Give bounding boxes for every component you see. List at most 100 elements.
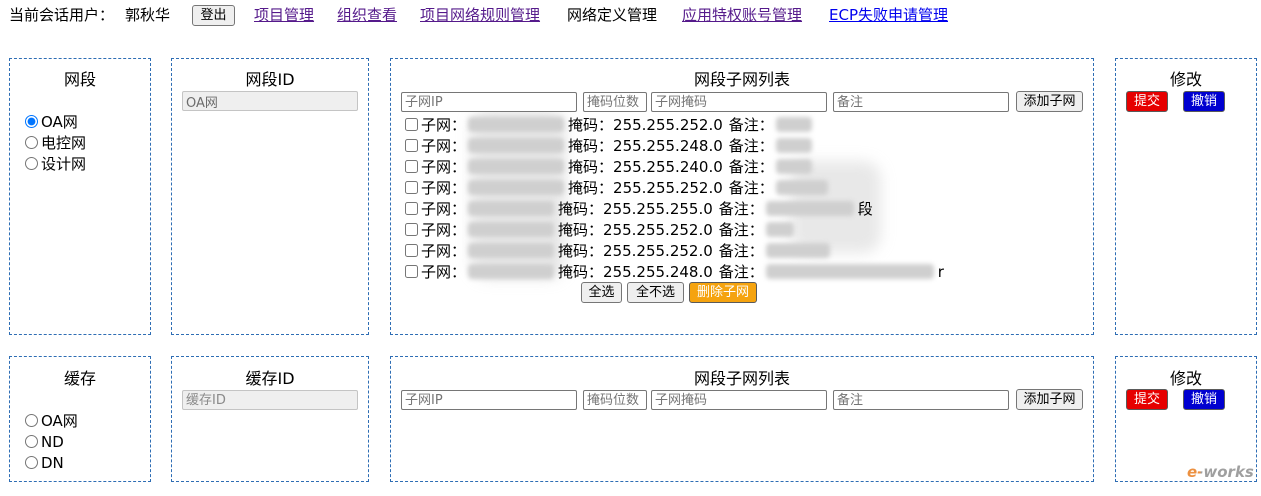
cache-type-panel: 缓存 OA网 ND DN	[9, 356, 151, 482]
cache-mask-bits-input[interactable]	[583, 390, 647, 410]
nav-current-network-definition: 网络定义管理	[567, 6, 658, 24]
cancel-button[interactable]: 撤销	[1183, 91, 1225, 112]
e-works-watermark-logo: e-works	[1187, 463, 1254, 481]
mask-bits-input[interactable]	[583, 92, 647, 112]
subnet-list-item: 子网： 掩码： 255.255.248.0 备注：	[405, 135, 816, 156]
logout-button[interactable]: 登出	[192, 5, 235, 26]
subnet-note-label: 备注：	[718, 200, 764, 218]
subnet-item-checkbox[interactable]	[405, 265, 418, 278]
subnet-ip-label: 子网：	[421, 200, 467, 218]
segment-id-panel: 网段ID	[171, 58, 369, 335]
nav-link-ecp-failed-requests[interactable]: ECP失败申请管理	[829, 5, 948, 25]
session-user-name: 郭秋华	[125, 6, 171, 24]
subnet-mask-value: 255.255.255.0	[603, 199, 713, 218]
cache-id-title: 缓存ID	[245, 369, 295, 388]
subnet-mask-label: 掩码：	[568, 137, 614, 155]
segment-edit-panel: 修改 提交 撤销	[1115, 58, 1257, 335]
subnet-item-checkbox[interactable]	[405, 244, 418, 257]
cache-subnet-list-title: 网段子网列表	[693, 369, 790, 388]
cache-radio-label: OA网	[41, 412, 78, 430]
subnet-item-checkbox[interactable]	[405, 223, 418, 236]
subnet-ip-label: 子网：	[421, 263, 467, 281]
cache-add-subnet-button[interactable]: 添加子网	[1016, 389, 1083, 410]
note-input[interactable]	[833, 92, 1009, 112]
subnet-ip-label: 子网：	[421, 179, 467, 197]
cache-radio-option[interactable]: DN	[25, 452, 64, 473]
segment-id-title: 网段ID	[245, 70, 295, 89]
nav-link-app-privileged-accounts[interactable]: 应用特权账号管理	[682, 5, 802, 25]
subnet-mask-label: 掩码：	[558, 242, 604, 260]
cache-subnet-ip-input[interactable]	[401, 390, 577, 410]
subnet-note-visible-tail: r	[937, 262, 944, 281]
cache-radio-dn[interactable]	[25, 456, 38, 469]
subnet-ip-label: 子网：	[421, 116, 467, 134]
subnet-note-label: 备注：	[718, 221, 764, 239]
add-subnet-button[interactable]: 添加子网	[1016, 91, 1083, 112]
subnet-mask-label: 掩码：	[558, 221, 604, 239]
segment-type-panel: 网段 OA网 电控网 设计网	[9, 58, 151, 335]
subnet-ip-label: 子网：	[421, 158, 467, 176]
redacted-subnet-note	[765, 222, 794, 237]
redacted-subnet-ip	[468, 180, 565, 195]
cache-radio-option[interactable]: OA网	[25, 410, 78, 431]
subnet-list-item: 子网： 掩码： 255.255.240.0 备注：	[405, 156, 816, 177]
redacted-subnet-ip	[468, 138, 565, 153]
redacted-subnet-ip	[468, 222, 555, 237]
cache-radio-oa[interactable]	[25, 414, 38, 427]
cache-edit-title: 修改	[1169, 369, 1202, 388]
select-none-button[interactable]: 全不选	[627, 282, 684, 303]
cache-radio-label: ND	[41, 432, 64, 451]
subnet-ip-label: 子网：	[421, 137, 467, 155]
cache-note-input[interactable]	[833, 390, 1009, 410]
segment-radio-option[interactable]: 电控网	[25, 132, 86, 153]
subnet-note-visible-tail: 段	[857, 200, 873, 218]
subnet-mask-input[interactable]	[651, 92, 827, 112]
subnet-list-title: 网段子网列表	[693, 70, 790, 89]
subnet-list-item: 子网： 掩码： 255.255.252.0 备注：	[405, 219, 798, 240]
subnet-mask-label: 掩码：	[558, 200, 604, 218]
subnet-mask-value: 255.255.252.0	[603, 241, 713, 260]
subnet-list-item: 子网： 掩码： 255.255.252.0 备注：	[405, 177, 832, 198]
subnet-note-label: 备注：	[728, 179, 774, 197]
subnet-mask-label: 掩码：	[568, 116, 614, 134]
cache-radio-option[interactable]: ND	[25, 431, 64, 452]
subnet-ip-input[interactable]	[401, 92, 577, 112]
redacted-subnet-note	[775, 159, 812, 174]
subnet-item-checkbox[interactable]	[405, 181, 418, 194]
segment-subnet-panel: 网段子网列表 添加子网 子网： 掩码： 255.255.252.0 备注： 子网…	[390, 58, 1094, 335]
segment-type-title: 网段	[63, 70, 96, 89]
nav-link-organization-view[interactable]: 组织查看	[337, 5, 397, 25]
cache-radio-label: DN	[41, 453, 64, 472]
cache-type-title: 缓存	[63, 369, 96, 388]
subnet-list-item: 子网： 掩码： 255.255.248.0 备注： r	[405, 261, 944, 282]
subnet-item-checkbox[interactable]	[405, 202, 418, 215]
subnet-note-label: 备注：	[728, 137, 774, 155]
segment-radio-option[interactable]: OA网	[25, 111, 78, 132]
subnet-mask-value: 255.255.252.0	[613, 115, 723, 134]
delete-subnet-button[interactable]: 删除子网	[689, 282, 757, 303]
segment-radio-control[interactable]	[25, 136, 38, 149]
segment-radio-option[interactable]: 设计网	[25, 153, 86, 174]
subnet-item-checkbox[interactable]	[405, 139, 418, 152]
cache-radio-nd[interactable]	[25, 435, 38, 448]
nav-link-project-management[interactable]: 项目管理	[254, 5, 314, 25]
nav-link-project-network-rules[interactable]: 项目网络规则管理	[420, 5, 540, 25]
redacted-subnet-ip	[468, 243, 555, 258]
subnet-note-label: 备注：	[728, 116, 774, 134]
segment-radio-design[interactable]	[25, 157, 38, 170]
select-all-button[interactable]: 全选	[581, 282, 622, 303]
subnet-item-checkbox[interactable]	[405, 118, 418, 131]
segment-radio-oa[interactable]	[25, 115, 38, 128]
subnet-item-checkbox[interactable]	[405, 160, 418, 173]
subnet-mask-value: 255.255.252.0	[613, 178, 723, 197]
subnet-mask-value: 255.255.252.0	[603, 220, 713, 239]
cache-submit-button[interactable]: 提交	[1126, 389, 1168, 410]
redacted-subnet-ip	[468, 201, 555, 216]
subnet-note-label: 备注：	[718, 263, 764, 281]
cache-subnet-mask-input[interactable]	[651, 390, 827, 410]
redacted-subnet-note	[775, 117, 812, 132]
redacted-subnet-note	[775, 138, 812, 153]
subnet-list-item: 子网： 掩码： 255.255.252.0 备注：	[405, 240, 834, 261]
submit-button[interactable]: 提交	[1126, 91, 1168, 112]
cache-cancel-button[interactable]: 撤销	[1183, 389, 1225, 410]
